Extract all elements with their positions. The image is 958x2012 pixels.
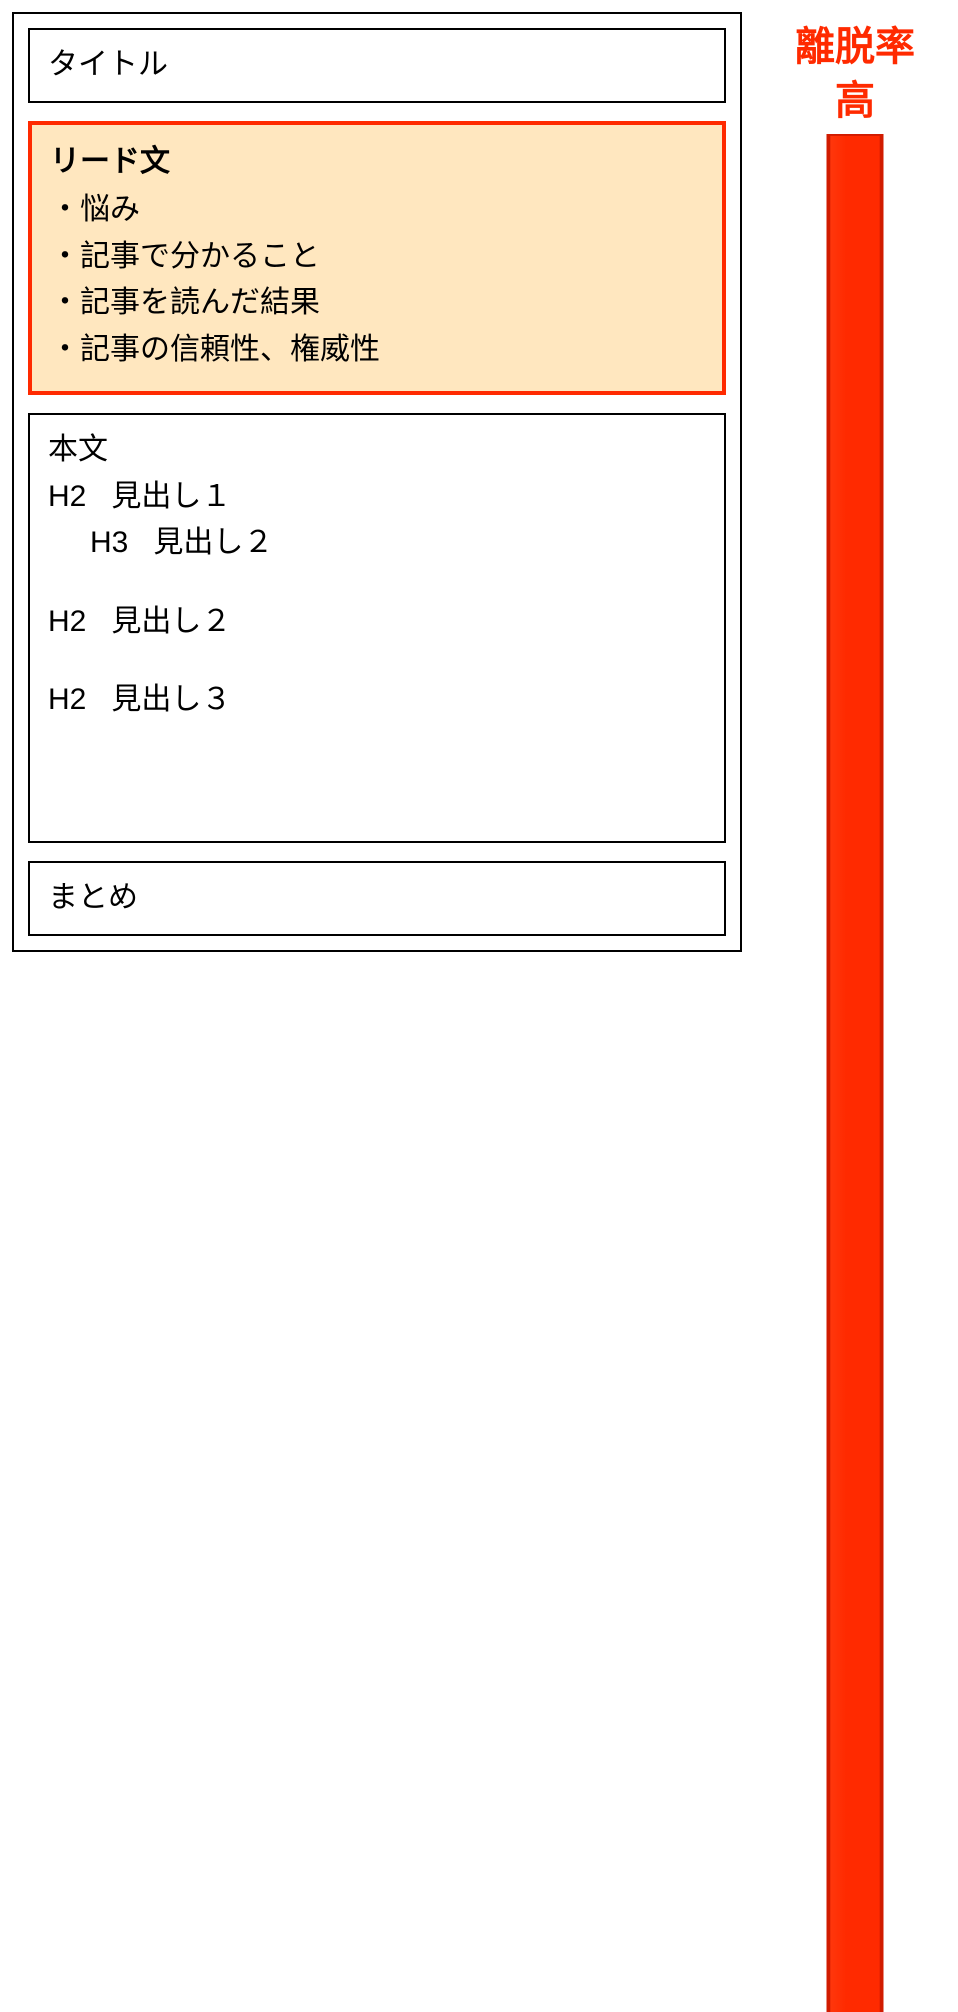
- lead-heading: リード文: [50, 139, 704, 186]
- body-heading-row: H2 見出し３: [48, 677, 706, 724]
- arrow-holder: 低: [760, 134, 950, 2012]
- summary-box: まとめ: [28, 861, 726, 936]
- heading-level: H2: [48, 605, 86, 638]
- body-heading-row: H3 見出し２: [48, 520, 706, 567]
- heading-text: 見出し２: [111, 605, 231, 638]
- body-box: 本文 H2 見出し１ H3 見出し２ H2 見出し２ H2 見出し３: [28, 413, 726, 843]
- body-heading-row: H2 見出し２: [48, 599, 706, 646]
- down-arrow-icon: [760, 134, 950, 2012]
- article-container: タイトル リード文 ・悩み ・記事で分かること ・記事を読んだ結果 ・記事の信頼…: [12, 12, 742, 952]
- lead-bullet: ・記事で分かること: [50, 234, 704, 281]
- lead-bullet: ・記事を読んだ結果: [50, 280, 704, 327]
- title-text: タイトル: [48, 48, 168, 81]
- bounce-rate-label: 離脱率 高: [795, 20, 915, 128]
- body-heading-row: H2 見出し１: [48, 474, 706, 521]
- lead-box: リード文 ・悩み ・記事で分かること ・記事を読んだ結果 ・記事の信頼性、権威性: [28, 121, 726, 396]
- bounce-rate-panel: 離脱率 高 低: [760, 20, 950, 980]
- summary-text: まとめ: [48, 881, 138, 914]
- heading-text: 見出し２: [153, 526, 273, 559]
- lead-bullet: ・記事の信頼性、権威性: [50, 327, 704, 374]
- heading-text: 見出し１: [111, 480, 231, 513]
- heading-text: 見出し３: [111, 683, 231, 716]
- heading-level: H3: [90, 526, 128, 559]
- title-box: タイトル: [28, 28, 726, 103]
- body-label: 本文: [48, 427, 706, 474]
- spacer: [48, 567, 706, 599]
- heading-level: H2: [48, 683, 86, 716]
- lead-bullet: ・悩み: [50, 187, 704, 234]
- heading-level: H2: [48, 480, 86, 513]
- lead-bullet-list: ・悩み ・記事で分かること ・記事を読んだ結果 ・記事の信頼性、権威性: [50, 187, 704, 373]
- spacer: [48, 645, 706, 677]
